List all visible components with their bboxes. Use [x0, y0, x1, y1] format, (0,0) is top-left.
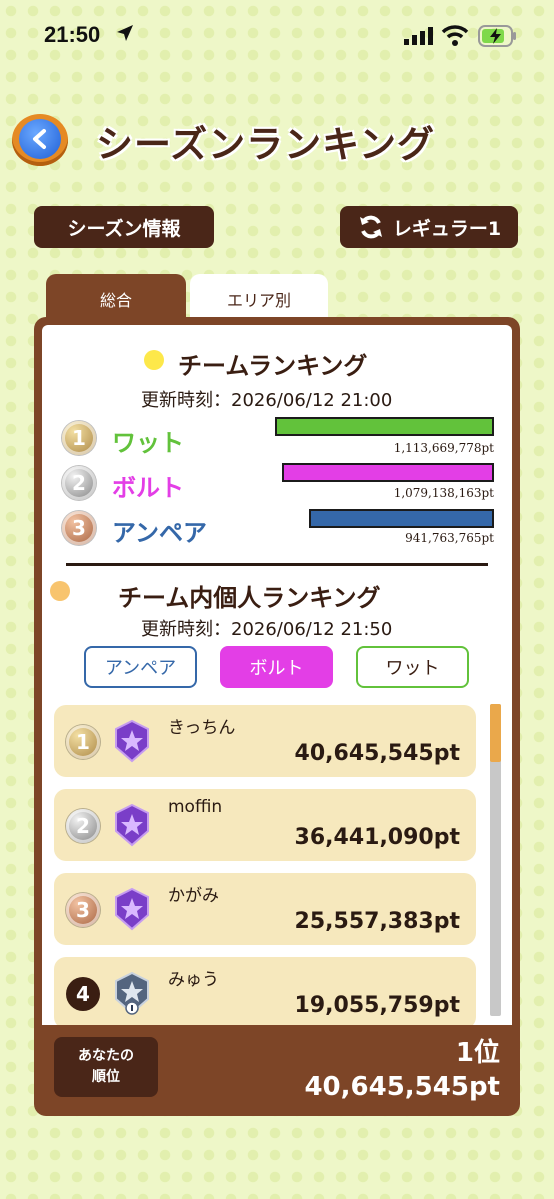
team-points-watt: 1,113,669,778pt — [393, 441, 494, 455]
player-points: 36,441,090pt — [294, 825, 460, 850]
rank-3-medal-icon: 3 — [62, 511, 96, 545]
individual-ranking-title: チーム内個人ランキング — [118, 584, 381, 612]
rank-2-medal-icon: 2 — [66, 809, 100, 843]
team-ranking-updated: 更新時刻：2026/06/12 21:00 — [141, 390, 393, 411]
player-name: きっちん — [168, 718, 236, 738]
team-name-watt: ワット — [112, 429, 184, 457]
team-bar-ampere — [309, 509, 494, 528]
player-list[interactable]: 1 きっちん 40,645,545pt 2 moffin 36,441,090p… — [42, 700, 512, 1025]
your-rank-button[interactable]: あなたの 順位 — [54, 1037, 158, 1097]
purple-star-badge-icon — [115, 803, 149, 847]
player-name: みゅう — [168, 970, 219, 990]
player-points: 19,055,759pt — [294, 993, 460, 1018]
rank-1-medal-icon: 1 — [66, 725, 100, 759]
your-rank-value: 1位 — [455, 1038, 500, 1068]
status-time: 21:50 — [44, 22, 101, 47]
player-row[interactable]: 1 きっちん 40,645,545pt — [54, 705, 476, 777]
location-arrow-icon — [117, 25, 133, 41]
team-bar-bolt — [282, 463, 494, 482]
purple-star-badge-icon — [115, 887, 149, 931]
season-info-button[interactable]: シーズン情報 — [34, 206, 214, 248]
team-bar-watt — [275, 417, 494, 436]
page-title: シーズンランキング — [96, 123, 436, 166]
your-rank-points: 40,645,545pt — [304, 1072, 500, 1102]
individual-ranking-updated: 更新時刻：2026/06/12 21:50 — [141, 619, 393, 640]
back-button[interactable] — [12, 114, 68, 166]
team-name-ampere: アンペア — [112, 519, 208, 547]
rank-1-medal-icon: 1 — [62, 421, 96, 455]
team-points-ampere: 941,763,765pt — [405, 531, 494, 545]
player-name: かがみ — [168, 886, 219, 906]
team-name-bolt: ボルト — [112, 474, 184, 502]
filter-ampere-button[interactable]: アンペア — [84, 646, 197, 688]
section-divider — [66, 563, 488, 566]
purple-star-badge-icon — [115, 719, 149, 763]
player-points: 25,557,383pt — [294, 909, 460, 934]
team-points-bolt: 1,079,138,163pt — [393, 486, 494, 500]
battery-charging-icon — [478, 25, 516, 47]
player-points: 40,645,545pt — [294, 741, 460, 766]
player-name: moffin — [168, 797, 223, 817]
filter-bolt-button[interactable]: ボルト — [220, 646, 333, 688]
your-rank-label-line1: あなたの — [78, 1048, 134, 1064]
refresh-icon — [359, 215, 382, 239]
chevron-left-icon — [19, 119, 61, 159]
rank-2-medal-icon: 2 — [62, 466, 96, 500]
team-ranking-dot-icon — [144, 350, 164, 370]
scrollbar-thumb[interactable] — [490, 704, 501, 762]
rank-4-medal-icon: 4 — [66, 977, 100, 1011]
player-row[interactable]: 3 かがみ 25,557,383pt — [54, 873, 476, 945]
team-ranking-title: チームランキング — [178, 352, 368, 380]
rank-3-medal-icon: 3 — [66, 893, 100, 927]
filter-watt-button[interactable]: ワット — [356, 646, 469, 688]
player-row[interactable]: 4 みゅう 19,055,759pt — [54, 957, 476, 1025]
individual-ranking-dot-icon — [50, 581, 70, 601]
signal-icon — [404, 27, 433, 45]
wifi-icon — [441, 25, 469, 46]
player-row[interactable]: 2 moffin 36,441,090pt — [54, 789, 476, 861]
your-rank-label-line2: 順位 — [92, 1069, 120, 1085]
regular-league-button[interactable]: レギュラー1 — [340, 206, 518, 248]
silver-star-badge-icon — [115, 971, 149, 1015]
regular-league-label: レギュラー1 — [392, 217, 502, 240]
